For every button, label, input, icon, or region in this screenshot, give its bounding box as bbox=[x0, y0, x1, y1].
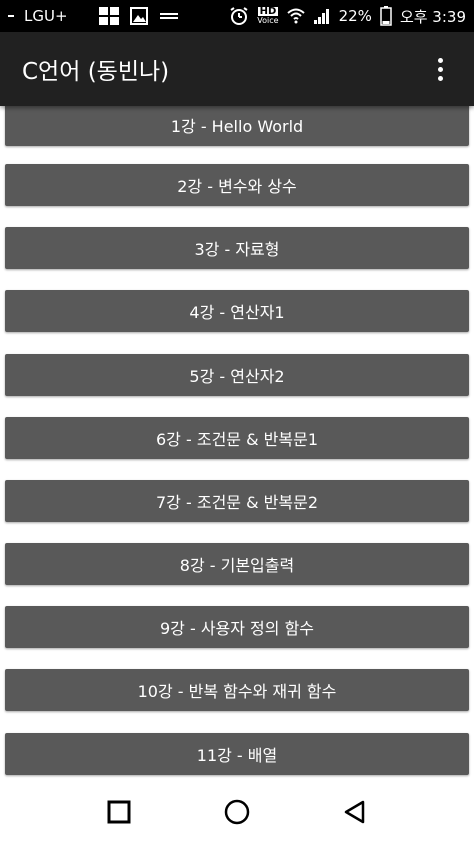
carrier-label: LGU+ bbox=[24, 7, 68, 25]
lesson-button-6[interactable]: 6강 - 조건문 & 반복문1 bbox=[5, 417, 469, 459]
back-triangle-icon bbox=[344, 800, 365, 824]
lesson-button-8[interactable]: 8강 - 기본입출력 bbox=[5, 543, 469, 585]
recents-button[interactable] bbox=[99, 792, 139, 832]
status-bar: LGU+ HD Voice 22% 오후 3:39 bbox=[0, 0, 474, 32]
status-left: LGU+ bbox=[8, 6, 229, 26]
lesson-button-3[interactable]: 3강 - 자료형 bbox=[5, 227, 469, 269]
back-button[interactable] bbox=[335, 792, 375, 832]
lesson-button-7[interactable]: 7강 - 조건문 & 반복문2 bbox=[5, 480, 469, 522]
alarm-icon bbox=[229, 6, 249, 26]
home-circle-icon bbox=[224, 799, 250, 825]
clock: 오후 3:39 bbox=[399, 7, 466, 26]
lesson-button-5[interactable]: 5강 - 연산자2 bbox=[5, 354, 469, 396]
hd-voice-icon: HD Voice bbox=[257, 6, 279, 26]
lesson-button-1[interactable]: 1강 - Hello World bbox=[5, 106, 469, 146]
lesson-button-9[interactable]: 9강 - 사용자 정의 함수 bbox=[5, 606, 469, 648]
lesson-list[interactable]: 1강 - Hello World 2강 - 변수와 상수 3강 - 자료형 4강… bbox=[0, 106, 474, 782]
battery-icon bbox=[380, 6, 392, 26]
app-bar: C언어 (동빈나) bbox=[0, 32, 474, 106]
dash-icon bbox=[8, 15, 14, 17]
page-title: C언어 (동빈나) bbox=[22, 59, 170, 85]
battery-percent: 22% bbox=[338, 7, 372, 25]
lesson-button-10[interactable]: 10강 - 반복 함수와 재귀 함수 bbox=[5, 669, 469, 711]
signal-icon bbox=[313, 7, 331, 25]
windows-icon bbox=[98, 6, 120, 26]
lesson-button-11[interactable]: 11강 - 배열 bbox=[5, 733, 469, 775]
gallery-icon bbox=[129, 7, 148, 25]
lesson-button-4[interactable]: 4강 - 연산자1 bbox=[5, 290, 469, 332]
navigation-bar bbox=[0, 782, 474, 842]
recents-square-icon bbox=[107, 800, 131, 824]
lesson-button-2[interactable]: 2강 - 변수와 상수 bbox=[5, 164, 469, 206]
glory-app-icon bbox=[157, 9, 180, 23]
status-right: HD Voice 22% 오후 3:39 bbox=[229, 6, 466, 27]
wifi-icon bbox=[286, 7, 305, 25]
overflow-menu-icon[interactable] bbox=[428, 49, 452, 89]
home-button[interactable] bbox=[217, 792, 257, 832]
